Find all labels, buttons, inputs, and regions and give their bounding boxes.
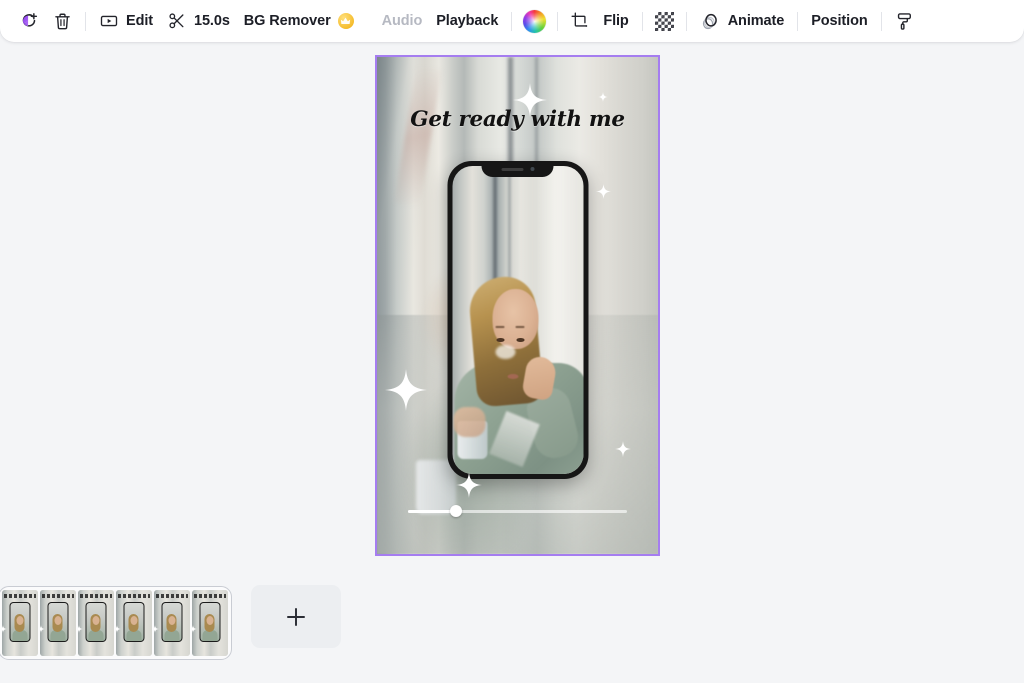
toolbar-divider-2 — [511, 11, 513, 31]
trim-button[interactable]: 15.0s — [160, 6, 237, 36]
flip-label: Flip — [603, 13, 629, 29]
phone-camera — [530, 167, 534, 171]
video-progress-slider[interactable] — [408, 504, 627, 518]
paint-roller-icon — [894, 11, 915, 32]
audio-label: Audio — [381, 13, 423, 29]
crop-icon — [570, 11, 590, 31]
phone-speaker — [501, 167, 523, 171]
screen-person-face-mask — [495, 344, 516, 359]
playback-label: Playback — [436, 13, 499, 29]
progress-fill — [408, 509, 457, 513]
thumb-title-text — [194, 594, 226, 598]
thumb-sparkle-left — [78, 620, 83, 634]
toolbar-divider-3 — [557, 11, 559, 31]
top-toolbar: Edit 15.0s BG Remover Audio Playback Fli… — [0, 0, 1024, 42]
list-item[interactable] — [2, 590, 38, 656]
thumb-sparkle-left — [192, 620, 197, 634]
headline-text[interactable]: Get ready with me — [377, 107, 658, 132]
ai-magic-button[interactable] — [12, 6, 46, 36]
edit-button[interactable]: Edit — [92, 6, 160, 36]
trim-duration-label: 15.0s — [194, 13, 230, 29]
thumb-title-text — [4, 594, 36, 598]
thumb-phone — [85, 602, 107, 642]
trash-icon — [52, 11, 73, 32]
bg-remover-button[interactable]: BG Remover — [237, 6, 361, 36]
delete-button[interactable] — [46, 6, 79, 36]
phone-mockup[interactable] — [447, 161, 588, 479]
list-item[interactable] — [78, 590, 114, 656]
checkerboard-icon — [654, 11, 674, 31]
thumb-title-text — [156, 594, 188, 598]
crown-icon — [337, 13, 354, 29]
paint-roller-button[interactable] — [888, 6, 921, 36]
toolbar-divider-6 — [797, 11, 799, 31]
toolbar-divider-5 — [685, 11, 687, 31]
thumb-sparkle-left — [40, 620, 45, 634]
crop-button[interactable] — [564, 6, 596, 36]
thumb-phone — [123, 602, 145, 642]
canvas-content: Get ready with me — [377, 57, 658, 554]
screen-person-eye-right — [516, 338, 525, 342]
thumb-screen — [48, 603, 68, 641]
video-edit-icon — [99, 11, 119, 31]
thumb-title-text — [42, 594, 74, 598]
thumb-screen — [162, 603, 182, 641]
thumb-phone — [161, 602, 183, 642]
animate-button[interactable]: Animate — [693, 6, 792, 36]
progress-handle[interactable] — [450, 505, 463, 517]
thumb-screen — [124, 603, 144, 641]
thumb-title-text — [118, 594, 150, 598]
video-canvas[interactable]: Get ready with me — [375, 55, 660, 556]
add-clip-button[interactable] — [251, 585, 341, 648]
list-item[interactable] — [154, 590, 190, 656]
toolbar-divider-4 — [641, 11, 643, 31]
playback-button[interactable]: Playback — [429, 6, 505, 36]
bg-remover-label: BG Remover — [243, 13, 331, 29]
color-button[interactable] — [518, 6, 551, 36]
screen-person-eye-left — [496, 338, 505, 342]
list-item[interactable] — [192, 590, 228, 656]
thumb-sparkle-left — [154, 620, 159, 634]
transparency-button[interactable] — [649, 6, 680, 36]
position-button[interactable]: Position — [804, 6, 874, 36]
position-label: Position — [811, 13, 868, 29]
thumb-phone — [9, 602, 31, 642]
thumb-title-text — [80, 594, 112, 598]
phone-screen — [452, 166, 583, 474]
edit-label: Edit — [126, 13, 153, 29]
clip-selection-group[interactable] — [0, 586, 232, 660]
toolbar-divider-7 — [880, 11, 882, 31]
audio-button[interactable]: Audio — [375, 6, 430, 36]
scissors-icon — [167, 11, 187, 31]
phone-notch — [481, 161, 554, 177]
plus-icon — [287, 607, 305, 626]
animate-circles-icon — [700, 11, 721, 32]
ai-magic-icon — [18, 10, 40, 32]
editor-stage: Get ready with me — [0, 42, 1024, 683]
thumb-sparkle-left — [2, 620, 7, 634]
screen-fingers — [453, 407, 486, 438]
thumb-sparkle-left — [116, 620, 121, 634]
toolbar-divider-1 — [85, 11, 86, 31]
flip-button[interactable]: Flip — [596, 6, 635, 36]
thumb-screen — [200, 603, 220, 641]
thumb-phone — [199, 602, 221, 642]
color-wheel-icon — [523, 9, 547, 33]
thumb-phone — [47, 602, 69, 642]
list-item[interactable] — [40, 590, 76, 656]
list-item[interactable] — [116, 590, 152, 656]
thumb-screen — [86, 603, 106, 641]
timeline-bar — [0, 580, 1024, 683]
screen-person-lips — [507, 373, 519, 379]
animate-label: Animate — [727, 13, 785, 29]
thumb-screen — [10, 603, 30, 641]
